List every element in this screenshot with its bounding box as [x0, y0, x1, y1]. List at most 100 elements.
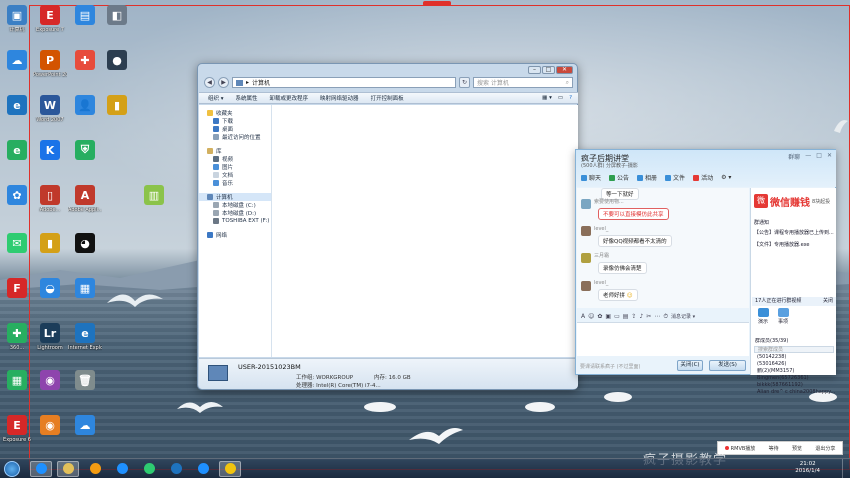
desktop-icon[interactable]: P PowerPoint 2007 — [33, 50, 67, 78]
desktop-icon[interactable]: ✚ — [68, 50, 102, 72]
message-history-button[interactable]: 消息记录 ▾ — [671, 313, 695, 320]
nav-desktop[interactable]: 桌面 — [199, 125, 271, 133]
desktop-icon[interactable]: ◒ — [33, 278, 67, 300]
desktop-icon[interactable]: ◉ — [33, 370, 67, 392]
tab-files[interactable]: 文件 — [665, 173, 685, 182]
notice-item[interactable]: 【公告】课程专用播放器已上传到... — [754, 229, 834, 236]
tab-album[interactable]: 相册 — [637, 173, 657, 182]
desktop-icon[interactable]: ◧ — [100, 5, 134, 27]
tasks-button[interactable]: 事项 — [776, 308, 790, 325]
wait-button[interactable]: 等待 — [769, 445, 779, 452]
nav-recent-places[interactable]: 最近访问的位置 — [199, 133, 271, 141]
start-button[interactable] — [4, 460, 20, 477]
desktop-icon[interactable]: 🗑 — [68, 370, 102, 392]
desktop-icon[interactable]: ▦ — [68, 278, 102, 300]
view-options-icon[interactable]: ▦ ▾ — [542, 95, 552, 101]
desktop-icon[interactable]: ▯ Adobe... — [33, 185, 67, 213]
qq-group-window[interactable]: 疯子后期讲堂 (500人群) 分屏教子-摄影 群聊 — □ ✕ 聊天 公告 相册… — [575, 149, 836, 395]
desktop-icon[interactable]: ✉ — [0, 233, 34, 255]
desktop-icon[interactable]: ▤ — [68, 5, 102, 27]
screenshot-icon[interactable]: ▭ — [614, 313, 620, 320]
forward-icon[interactable]: ▶ — [218, 77, 229, 88]
desktop-icon[interactable]: ▮ — [33, 233, 67, 255]
close-link[interactable]: 关闭 — [823, 297, 833, 306]
show-desktop-button[interactable] — [842, 459, 850, 478]
preview-pane-icon[interactable]: ▭ — [558, 95, 563, 101]
desktop-icon[interactable]: ▣ 计算机 — [0, 5, 34, 33]
desktop-icon[interactable]: E Exposure 6 — [0, 415, 34, 443]
nav-drive-d[interactable]: 本地磁盘 (D:) — [199, 209, 271, 217]
desktop-icon[interactable]: Lr Lightroom — [33, 323, 67, 351]
nav-drive-c[interactable]: 本地磁盘 (C:) — [199, 201, 271, 209]
system-properties-button[interactable]: 系统属性 — [236, 94, 258, 102]
emoji-icon[interactable]: ☺ — [588, 313, 594, 320]
nav-music[interactable]: 音乐 — [199, 179, 271, 187]
rmvb-play-button[interactable]: RMVB播放 — [724, 445, 755, 452]
member-row[interactable]: (50142238) — [752, 354, 836, 361]
history-icon[interactable]: ⏱ — [663, 313, 668, 321]
organize-button[interactable]: 组织 ▾ — [208, 94, 224, 102]
minimize-button[interactable]: – — [528, 66, 541, 74]
group-video-bar[interactable]: 17人正在进行群视频 关闭 — [752, 297, 836, 306]
taskbar-ie-button[interactable] — [30, 460, 52, 477]
nav-libraries[interactable]: 库 — [199, 147, 271, 155]
desktop-icon[interactable]: E Exposure 7 — [33, 5, 67, 33]
nav-documents[interactable]: 文档 — [199, 171, 271, 179]
desktop-icon[interactable]: ▥ — [137, 185, 171, 207]
uninstall-button[interactable]: 卸载或更改程序 — [270, 94, 309, 102]
member-row[interactable]: 鹏(2)(MM3157) — [752, 368, 836, 375]
scissors-icon[interactable]: ✂ — [646, 313, 651, 320]
desktop-icon[interactable]: ▦ — [0, 370, 34, 392]
close-chat-button[interactable]: 关闭(C) — [677, 360, 703, 371]
desktop-icon[interactable]: ◉ — [33, 415, 67, 437]
back-icon[interactable]: ◀ — [204, 77, 215, 88]
maximize-button[interactable]: □ — [816, 152, 822, 161]
exit-share-button[interactable]: 退出分享 — [815, 445, 835, 452]
tab-activity[interactable]: 活动 — [693, 173, 713, 182]
music-icon[interactable]: ♪ — [639, 313, 643, 320]
minimize-button[interactable]: — — [805, 152, 811, 161]
nav-computer[interactable]: 计算机 — [199, 193, 271, 201]
message-input[interactable] — [577, 322, 749, 356]
settings-icon[interactable]: ⚙ ▾ — [721, 174, 731, 181]
tab-announcement[interactable]: 公告 — [609, 173, 629, 182]
close-button[interactable]: ✕ — [827, 152, 832, 161]
group-chat-button[interactable]: 群聊 — [788, 152, 800, 161]
preview-button[interactable]: 预览 — [792, 445, 802, 452]
desktop-icon[interactable]: ✿ — [0, 185, 34, 207]
nav-network[interactable]: 网络 — [199, 231, 271, 239]
nav-drive-f[interactable]: TOSHIBA EXT (F:) — [199, 217, 271, 225]
gift-icon[interactable]: ✿ — [597, 313, 602, 320]
demo-button[interactable]: 演示 — [756, 308, 770, 325]
ad-banner[interactable]: 微 微信赚钱 8块起投 — [752, 189, 836, 213]
more-icon[interactable]: ⋯ — [654, 313, 660, 320]
nav-downloads[interactable]: 下载 — [199, 117, 271, 125]
desktop-icon[interactable]: ☁ — [68, 415, 102, 437]
taskbar-chat-button[interactable] — [219, 460, 241, 477]
control-panel-button[interactable]: 打开控制面板 — [371, 94, 404, 102]
desktop-icon[interactable]: F — [0, 278, 34, 300]
desktop-icon[interactable]: ⛨ — [68, 140, 102, 162]
explorer-window[interactable]: – □ ✕ ◀ ▶ ▸ 计算机 ↻ 搜索 计算机 ⌕ 组织 ▾ 系统属性 卸载或… — [197, 63, 578, 390]
member-search-input[interactable]: 搜索群成员 — [754, 346, 834, 353]
help-icon[interactable]: ? — [569, 95, 572, 101]
desktop-icon[interactable]: ● — [100, 50, 134, 72]
desktop-icon[interactable]: A Adobe Appli... — [68, 185, 102, 213]
nav-favorites[interactable]: 收藏夹 — [199, 109, 271, 117]
image-icon[interactable]: ▣ — [605, 313, 611, 320]
notice-item[interactable]: 【文件】专用播放器.exe — [754, 241, 809, 248]
clock[interactable]: 21:02 2016/1/4 — [795, 461, 820, 475]
desktop-icon[interactable]: e — [0, 95, 34, 117]
nav-pictures[interactable]: 图片 — [199, 163, 271, 171]
address-bar[interactable]: ▸ 计算机 — [232, 77, 456, 88]
member-row[interactable]: (53016426) — [752, 361, 836, 368]
search-input[interactable]: 搜索 计算机 ⌕ — [473, 77, 573, 88]
nav-videos[interactable]: 视频 — [199, 155, 271, 163]
recording-frame-handle[interactable] — [423, 1, 451, 6]
member-row[interactable]: Alian dre^ c china2008happy... — [752, 389, 836, 396]
send-button[interactable]: 发送(S) — [709, 360, 746, 371]
desktop-icon[interactable]: ☁ — [0, 50, 34, 72]
taskbar-qq-browser-button[interactable] — [165, 461, 187, 477]
desktop-icon[interactable]: ▮ — [100, 95, 134, 117]
desktop-icon[interactable]: e — [0, 140, 34, 162]
